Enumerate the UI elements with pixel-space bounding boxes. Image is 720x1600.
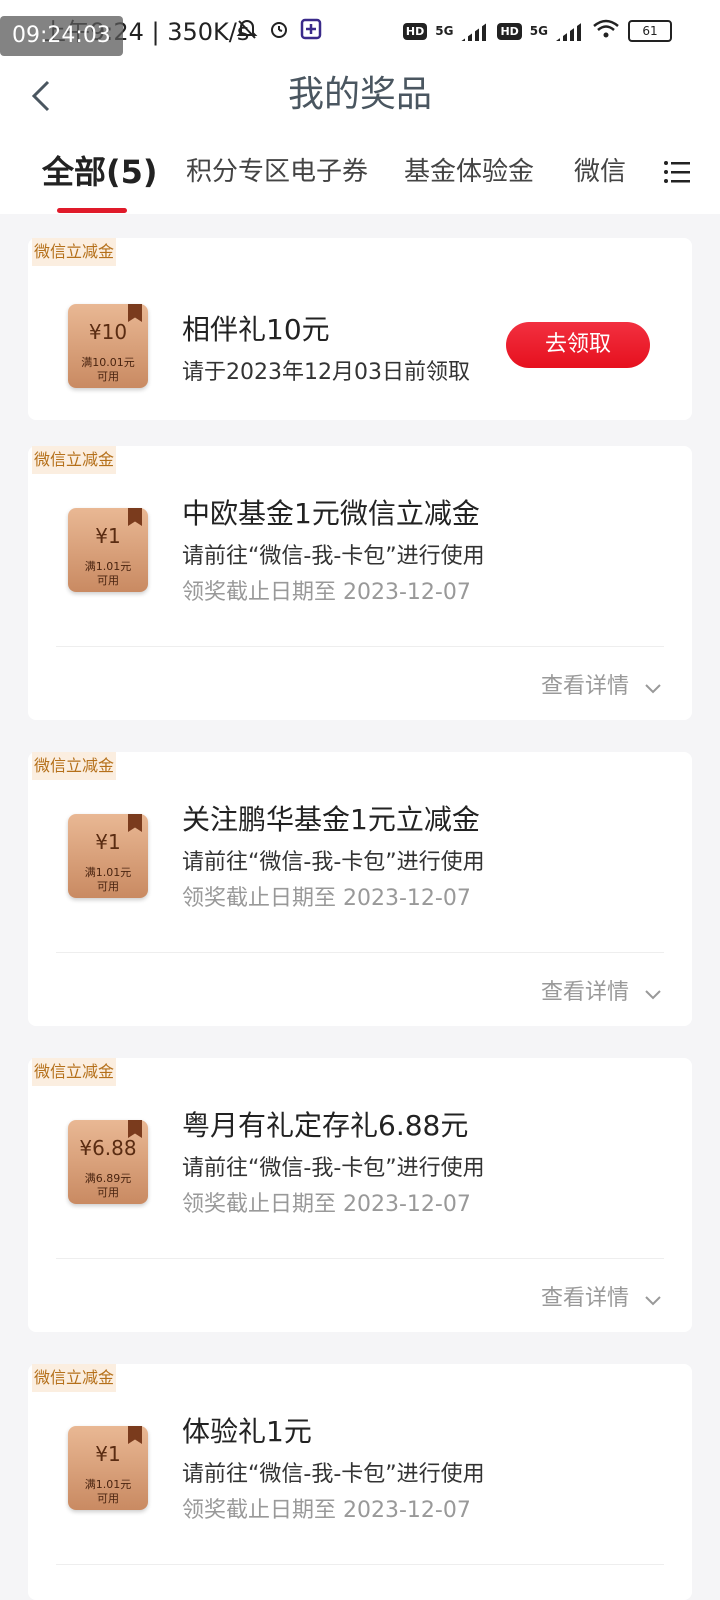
hd-icon-2: HD: [497, 22, 522, 40]
prize-card: 微信立减金 ¥1 满1.01元 可用 中欧基金1元微信立减金 请前往“微信-我-…: [28, 446, 692, 720]
prize-instruction: 请前往“微信-我-卡包”进行使用: [182, 544, 485, 569]
prize-card: 微信立减金 ¥1 满1.01元 可用 体验礼1元 请前往“微信-我-卡包”进行使…: [28, 1364, 692, 1600]
prize-deadline: 领奖截止日期至 2023-12-07: [182, 886, 471, 911]
coupon-icon: ¥1 满1.01元 可用: [68, 1426, 148, 1510]
signal-bars-icon: [461, 21, 490, 41]
view-details-link[interactable]: 查看详情: [541, 1280, 662, 1312]
tab-bar: 全部(5) 积分专区电子券 基金体验金 微信: [0, 130, 720, 214]
prize-card: 微信立减金 ¥10 满10.01元 可用 相伴礼10元 请于2023年12月03…: [28, 238, 692, 420]
prize-tag: 微信立减金: [32, 1058, 117, 1086]
page-title: 我的奖品: [287, 74, 432, 115]
coupon-condition: 满1.01元 可用: [84, 1478, 132, 1505]
coupon-icon: ¥10 满10.01元 可用: [68, 304, 148, 388]
prize-instruction: 请前往“微信-我-卡包”进行使用: [182, 1462, 485, 1487]
prize-deadline: 领奖截止日期至 2023-12-07: [182, 580, 471, 605]
prize-tag: 微信立减金: [32, 1364, 117, 1392]
prize-tag: 微信立减金: [32, 238, 117, 266]
prize-instruction: 请于2023年12月03日前领取: [182, 360, 470, 385]
coupon-icon: ¥6.88 满6.89元 可用: [68, 1120, 148, 1204]
active-tab-indicator: [57, 208, 127, 213]
coupon-amount: ¥1: [95, 830, 121, 854]
prize-deadline: 领奖截止日期至 2023-12-07: [182, 1498, 471, 1523]
view-details-label: 查看详情: [540, 1286, 629, 1311]
prize-title: 关注鹏华基金1元立减金: [182, 803, 480, 836]
chevron-down-icon: [644, 678, 662, 696]
battery-icon: 61: [628, 20, 672, 42]
tab-points-coupons[interactable]: 积分专区电子券: [186, 152, 368, 192]
hd-icon: HD: [402, 22, 428, 40]
signal-bars-icon-2: [556, 21, 584, 41]
coupon-amount: ¥1: [95, 1442, 121, 1466]
divider: [56, 952, 664, 953]
prize-deadline: 领奖截止日期至 2023-12-07: [182, 1192, 471, 1217]
divider: [56, 646, 664, 647]
tab-wechat[interactable]: 微信: [574, 152, 626, 192]
claim-button[interactable]: 去领取: [506, 322, 650, 368]
tab-all[interactable]: 全部(5): [42, 152, 158, 192]
prize-card: 微信立减金 ¥6.88 满6.89元 可用 粤月有礼定存礼6.88元 请前往“微…: [28, 1058, 692, 1332]
coupon-amount: ¥6.88: [79, 1136, 137, 1160]
prize-instruction: 请前往“微信-我-卡包”进行使用: [182, 850, 485, 875]
coupon-condition: 满6.89元 可用: [84, 1172, 132, 1199]
alarm-icon: [268, 18, 290, 40]
menu-list-icon[interactable]: [664, 160, 690, 184]
prize-title: 粤月有礼定存礼6.88元: [182, 1109, 469, 1142]
view-details-link[interactable]: 查看详情: [541, 974, 662, 1006]
status-right-icons: HD 5G HD 5G 61: [402, 18, 672, 44]
divider: [56, 1564, 664, 1565]
app-notification-icon: [300, 18, 322, 40]
prize-tag: 微信立减金: [32, 446, 117, 474]
coupon-icon: ¥1 满1.01元 可用: [68, 814, 148, 898]
view-details-label: 查看详情: [540, 674, 629, 699]
mute-bell-icon: [236, 18, 258, 40]
coupon-amount: ¥1: [95, 524, 121, 548]
prize-title: 体验礼1元: [182, 1415, 312, 1448]
status-bar: 上午9:24 | 350K/s HD 5G HD 5G 61 09:24:03: [0, 0, 720, 62]
coupon-condition: 满10.01元 可用: [81, 356, 135, 383]
header: 我的奖品: [0, 62, 720, 130]
prize-instruction: 请前往“微信-我-卡包”进行使用: [182, 1156, 485, 1181]
prize-title: 中欧基金1元微信立减金: [182, 497, 480, 530]
prize-tag: 微信立减金: [32, 752, 117, 780]
coupon-icon: ¥1 满1.01元 可用: [68, 508, 148, 592]
wifi-icon: [592, 18, 620, 44]
prize-title: 相伴礼10元: [182, 313, 330, 346]
view-details-label: 查看详情: [540, 980, 629, 1005]
coupon-condition: 满1.01元 可用: [84, 560, 132, 587]
chevron-down-icon: [644, 1290, 662, 1308]
status-icons: [236, 18, 322, 40]
signal-5g-icon-2: 5G: [529, 24, 548, 38]
tab-fund-trial[interactable]: 基金体验金: [404, 152, 534, 192]
chevron-down-icon: [644, 984, 662, 1002]
view-details-link[interactable]: 查看详情: [541, 668, 662, 700]
signal-5g-icon: 5G: [435, 24, 454, 38]
divider: [56, 1258, 664, 1259]
coupon-amount: ¥10: [88, 320, 128, 344]
time-overlay: 09:24:03: [0, 16, 123, 56]
coupon-condition: 满1.01元 可用: [84, 866, 132, 893]
prize-card: 微信立减金 ¥1 满1.01元 可用 关注鹏华基金1元立减金 请前往“微信-我-…: [28, 752, 692, 1026]
